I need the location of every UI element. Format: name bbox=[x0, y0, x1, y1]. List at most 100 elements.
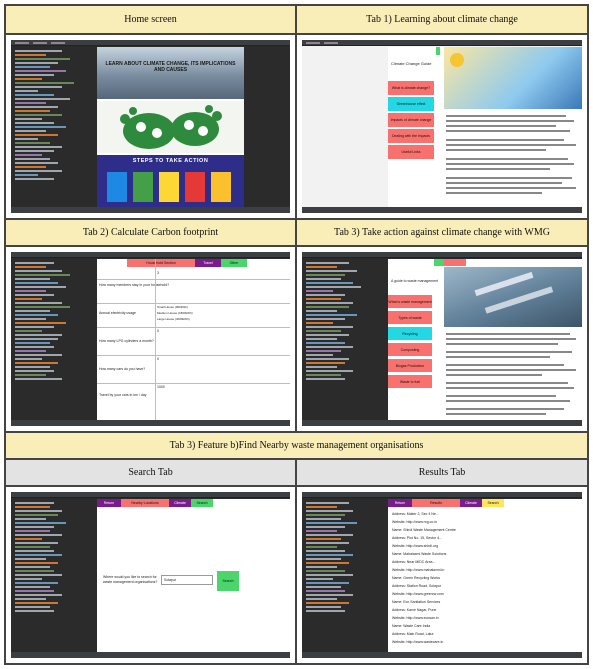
search-button[interactable]: Search bbox=[217, 571, 239, 591]
option-large-house[interactable]: Large House (3000kWh) bbox=[157, 317, 190, 321]
tab3-title: A guide to waste management bbox=[391, 279, 439, 283]
tab1-app-screen: Climate Change Guide What is climate cha… bbox=[388, 47, 582, 207]
tab-household[interactable]: Household Section bbox=[127, 259, 195, 267]
results-list: Address: Maker 2, Sec 4 Ne... Website: ht… bbox=[392, 510, 578, 646]
result-entry[interactable]: Name: Green Recycling Works bbox=[392, 574, 578, 582]
greenhouse-diagram-icon bbox=[444, 47, 582, 109]
search-prompt: Where would you like to search for waste… bbox=[103, 575, 158, 584]
tab2-app-screen: Household Section Travel Other How many … bbox=[97, 259, 290, 421]
result-entry[interactable]: Address: Main Road, Latur bbox=[392, 630, 578, 638]
home-app-screen: LEARN ABOUT CLIMATE CHANGE, ITS IMPLICAT… bbox=[97, 47, 244, 207]
tab2-window: Household Section Travel Other How many … bbox=[11, 252, 290, 426]
tab-search[interactable]: Search bbox=[191, 499, 213, 507]
result-entry[interactable]: Website: http://www.nrg.co.in bbox=[392, 518, 578, 526]
tab3-screenshot-cell: A guide to waste management What is wast… bbox=[296, 246, 588, 432]
members-value[interactable]: 3 bbox=[157, 271, 159, 275]
result-entry[interactable]: Name: Eco Sanitation Services bbox=[392, 598, 578, 606]
question-members: How many members stay in your household? bbox=[99, 283, 170, 287]
orange-bin-icon bbox=[211, 172, 231, 202]
result-entry[interactable]: Address: Karve Nagar, Pune bbox=[392, 606, 578, 614]
result-entry[interactable]: Name: Shirdi Waste Management Centre bbox=[392, 526, 578, 534]
result-entry[interactable]: Name: Waste Care India bbox=[392, 622, 578, 630]
option-small-house[interactable]: Small House (900kWh) bbox=[157, 305, 188, 309]
result-entry[interactable]: Address: Station Road, Solapur bbox=[392, 582, 578, 590]
tab3-menu-item[interactable]: What is waste management bbox=[388, 295, 432, 308]
tab3-menu-item[interactable]: Biogas Production bbox=[388, 359, 432, 372]
banner-steps[interactable]: STEPS TO TAKE ACTION bbox=[97, 155, 244, 207]
green-bin-icon bbox=[133, 172, 153, 202]
tab-search[interactable]: Search bbox=[482, 499, 504, 507]
results-app-screen: Return Results Climate Search Address: M… bbox=[388, 499, 582, 653]
result-entry[interactable]: Website: http://www.shirdi.org bbox=[392, 542, 578, 550]
tab-climate[interactable]: Climate bbox=[169, 499, 191, 507]
option-medium-house[interactable]: Medium House (1800kWh) bbox=[157, 311, 193, 315]
result-entry[interactable]: Address: Plot No. 15, Sector 4... bbox=[392, 534, 578, 542]
tab-results[interactable]: Results bbox=[412, 499, 460, 507]
header-tab1: Tab 1) Learning about climate change bbox=[296, 5, 588, 34]
header-home: Home screen bbox=[5, 5, 296, 34]
result-entry[interactable]: Website: http://www.ecosan.in bbox=[392, 614, 578, 622]
question-travel: Travel by your cars in km / day bbox=[99, 393, 147, 397]
header-home-text: Home screen bbox=[124, 14, 177, 25]
code-pane bbox=[15, 50, 93, 182]
header-tab1-text: Tab 1) Learning about climate change bbox=[366, 14, 518, 25]
tab-return[interactable]: Return bbox=[97, 499, 121, 507]
tab1-menu-item[interactable]: Useful Links bbox=[388, 145, 434, 159]
tab3-menu-item[interactable]: Waste to fuel bbox=[388, 375, 432, 388]
tab-travel[interactable]: Travel bbox=[195, 259, 221, 267]
header-feature: Tab 3) Feature b)Find Nearby waste manag… bbox=[5, 432, 588, 459]
header-feature-text: Tab 3) Feature b)Find Nearby waste manag… bbox=[169, 440, 424, 451]
result-entry[interactable]: Address: Near MIDC Area... bbox=[392, 558, 578, 566]
recycling-plant-photo-icon bbox=[444, 267, 582, 327]
figure-table: Home screen Tab 1) Learning about climat… bbox=[4, 4, 589, 665]
banner-learn[interactable]: LEARN ABOUT CLIMATE CHANGE, ITS IMPLICAT… bbox=[97, 47, 244, 99]
tab2-screenshot-cell: Household Section Travel Other How many … bbox=[5, 246, 296, 432]
tab3-menu-item[interactable]: Recycling bbox=[388, 327, 432, 340]
red-bin-icon bbox=[185, 172, 205, 202]
result-entry[interactable]: Address: Maker 2, Sec 4 Ne... bbox=[392, 510, 578, 518]
tab1-window: Climate Change Guide What is climate cha… bbox=[302, 40, 582, 213]
tab1-title: Climate Change Guide bbox=[391, 61, 432, 66]
cars-value[interactable]: 0 bbox=[157, 357, 159, 361]
yellow-bin-icon bbox=[159, 172, 179, 202]
footprint-illustration-icon bbox=[120, 105, 222, 149]
tab-return[interactable]: Return bbox=[388, 499, 412, 507]
tab1-screenshot-cell: Climate Change Guide What is climate cha… bbox=[296, 34, 588, 219]
tab3-window: A guide to waste management What is wast… bbox=[302, 252, 582, 426]
results-screenshot-cell: Return Results Climate Search Address: M… bbox=[296, 486, 588, 664]
banner-footprint[interactable] bbox=[97, 101, 244, 153]
tab-other[interactable]: Other bbox=[221, 259, 247, 267]
question-electricity: Annual electricity usage bbox=[99, 311, 136, 315]
result-entry[interactable]: Name: Mahalaxmi Waste Solutions bbox=[392, 550, 578, 558]
header-tab2: Tab 2) Calculate Carbon footprint bbox=[5, 219, 296, 246]
banner-learn-text: LEARN ABOUT CLIMATE CHANGE, ITS IMPLICAT… bbox=[105, 61, 236, 73]
result-entry[interactable]: Website: http://www.mahalaxmi.in bbox=[392, 566, 578, 574]
travel-value[interactable]: 1000 bbox=[157, 385, 165, 389]
tab1-menu-item[interactable]: Greenhouse effect bbox=[388, 97, 434, 111]
result-entry[interactable]: Website: http://www.wastecare.in bbox=[392, 638, 578, 646]
header-search-text: Search Tab bbox=[128, 467, 173, 478]
tab1-menu-item[interactable]: Impacts of climate change bbox=[388, 113, 434, 127]
header-results: Results Tab bbox=[296, 459, 588, 486]
search-app-screen: Return Nearby Locations Climate Search W… bbox=[97, 499, 290, 653]
search-input-value: Solapur bbox=[164, 578, 177, 582]
tab-climate[interactable]: Climate bbox=[460, 499, 482, 507]
blue-bin-icon bbox=[107, 172, 127, 202]
question-cars: How many cars do you have? bbox=[99, 367, 146, 371]
tab1-menu-item[interactable]: Dealing with the impacts bbox=[388, 129, 434, 143]
ide-window: LEARN ABOUT CLIMATE CHANGE, ITS IMPLICAT… bbox=[11, 40, 290, 213]
result-entry[interactable]: Website: http://www.greenrw.com bbox=[392, 590, 578, 598]
search-input[interactable]: Solapur bbox=[161, 575, 213, 585]
search-screenshot-cell: Return Nearby Locations Climate Search W… bbox=[5, 486, 296, 664]
tab-nearby-locations[interactable]: Nearby Locations bbox=[121, 499, 169, 507]
results-window: Return Results Climate Search Address: M… bbox=[302, 492, 582, 658]
header-tab2-text: Tab 2) Calculate Carbon footprint bbox=[82, 227, 219, 238]
banner-steps-text: STEPS TO TAKE ACTION bbox=[132, 158, 209, 164]
lpg-value[interactable]: 0 bbox=[157, 329, 159, 333]
tab3-app-screen: A guide to waste management What is wast… bbox=[388, 259, 582, 421]
tab3-menu-item[interactable]: Types of waste bbox=[388, 311, 432, 324]
tab3-menu-item[interactable]: Composting bbox=[388, 343, 432, 356]
tab1-menu-item[interactable]: What is climate change? bbox=[388, 81, 434, 95]
header-results-text: Results Tab bbox=[418, 467, 466, 478]
header-tab3-text: Tab 3) Take action against climate chang… bbox=[334, 227, 550, 238]
